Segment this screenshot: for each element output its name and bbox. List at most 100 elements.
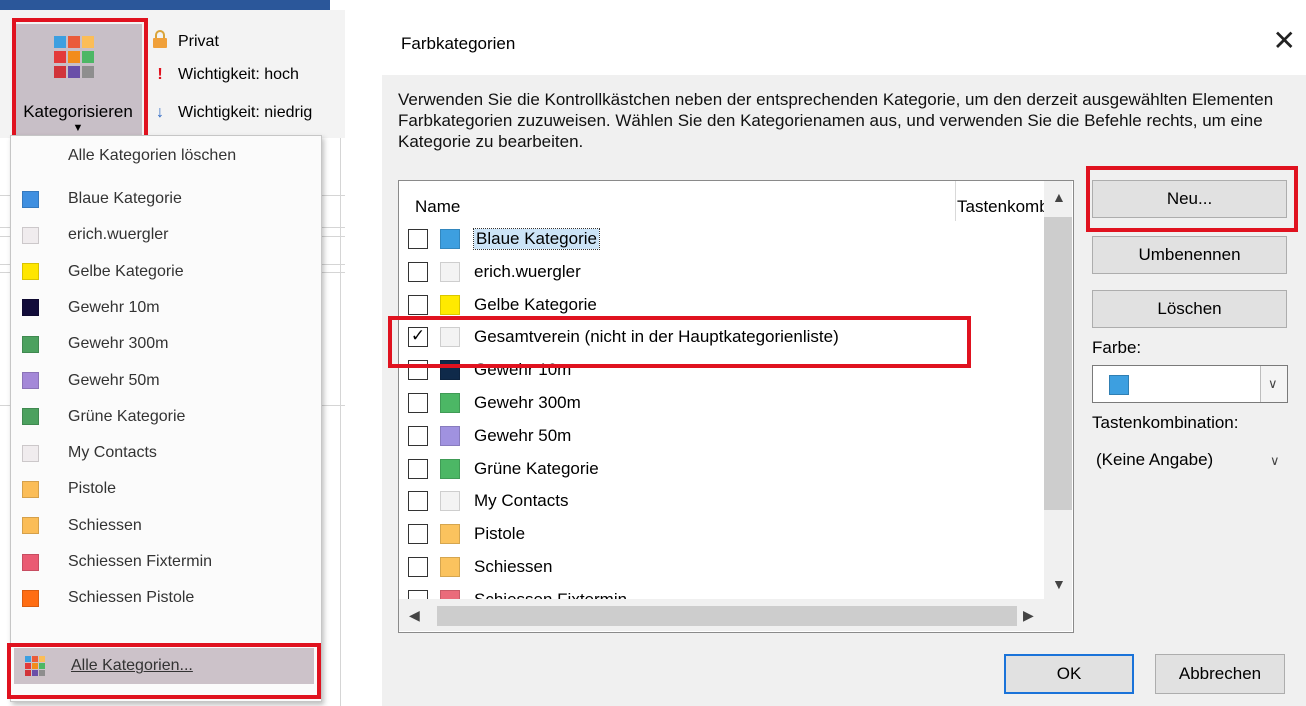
category-color-swatch (22, 517, 39, 535)
cancel-button[interactable]: Abbrechen (1155, 654, 1285, 694)
menu-category-item[interactable]: Schiessen (11, 508, 321, 544)
category-name: Gelbe Kategorie (474, 294, 597, 314)
menu-item-label: erich.wuergler (68, 226, 169, 244)
color-swatch (1109, 375, 1129, 395)
menu-item-label: Gewehr 50m (68, 371, 160, 389)
chevron-down-icon: ∨ (1268, 376, 1278, 391)
category-color-swatch (440, 491, 460, 512)
category-color-swatch (22, 589, 39, 607)
category-checkbox[interactable] (408, 261, 428, 282)
category-row[interactable]: Grüne Kategorie (406, 453, 966, 485)
category-name: Blaue Kategorie (473, 228, 600, 250)
menu-item-label: Schiessen Pistole (68, 589, 195, 607)
menu-item-label: Pistole (68, 480, 117, 498)
category-name: Gewehr 300m (474, 393, 581, 412)
ribbon-top-strip (0, 0, 330, 10)
category-color-swatch (440, 393, 460, 413)
category-checkbox[interactable] (408, 393, 428, 413)
column-header-name[interactable]: Name (415, 197, 460, 217)
scroll-up-icon[interactable]: ▲ (1052, 189, 1066, 205)
menu-category-item[interactable]: Pistole (11, 471, 321, 507)
menu-category-item[interactable]: Grüne Kategorie (11, 399, 321, 435)
ribbon-panel: Kategorisieren ▼ Privat ! Wichtigkeit: h… (0, 0, 345, 706)
importance-high-button[interactable]: ! Wichtigkeit: hoch (150, 66, 299, 84)
column-header-shortcut[interactable]: Tastenkombination (957, 197, 1052, 217)
category-color-swatch (440, 294, 460, 315)
category-row[interactable]: erich.wuergler (406, 256, 966, 288)
category-row[interactable]: My Contacts (406, 485, 966, 517)
category-list[interactable]: Name Tastenkombination Blaue Kategorie er… (398, 180, 1074, 633)
scroll-left-icon[interactable]: ◀ (409, 607, 420, 624)
menu-category-item[interactable]: Gelbe Kategorie (11, 254, 321, 290)
rename-button[interactable]: Umbenennen (1092, 236, 1287, 274)
category-color-swatch (440, 524, 460, 545)
shortcut-value: (Keine Angabe) (1096, 450, 1214, 469)
scroll-down-icon[interactable]: ▼ (1052, 576, 1066, 592)
menu-category-item[interactable]: Blaue Kategorie (11, 181, 321, 217)
delete-button[interactable]: Löschen (1092, 290, 1287, 328)
dialog-titlebar: Farbkategorien ✕ (382, 10, 1306, 75)
category-color-swatch (22, 372, 39, 389)
menu-item-label: Blaue Kategorie (68, 190, 182, 207)
category-color-swatch (22, 226, 39, 244)
menu-category-item[interactable]: erich.wuergler (11, 217, 321, 253)
category-checkbox[interactable] (408, 458, 428, 479)
menu-item-label: Gewehr 10m (68, 298, 160, 316)
menu-item-label: Schiessen Fixtermin (68, 553, 213, 570)
shortcut-select[interactable]: (Keine Angabe) ∨ (1092, 442, 1288, 478)
menu-category-item[interactable]: My Contacts (11, 435, 321, 471)
category-checkbox[interactable] (408, 425, 428, 446)
importance-low-label: Wichtigkeit: niedrig (178, 104, 313, 121)
category-row[interactable]: Schiessen (406, 551, 966, 583)
arrow-down-icon: ↓ (156, 104, 164, 121)
lock-icon (150, 30, 170, 53)
category-color-swatch (440, 261, 460, 282)
dialog-title: Farbkategorien (401, 34, 516, 53)
vertical-scroll-thumb[interactable] (1044, 217, 1072, 510)
menu-category-item[interactable]: Gewehr 300m (11, 326, 321, 362)
category-name: Schiessen (474, 557, 553, 576)
categorize-dropdown-menu: Alle Kategorien löschen Blaue Kategorie e… (10, 135, 322, 702)
category-color-swatch (22, 444, 39, 462)
close-icon[interactable]: ✕ (1273, 24, 1296, 57)
ok-button[interactable]: OK (1004, 654, 1134, 694)
category-checkbox[interactable] (408, 229, 428, 249)
private-button[interactable]: Privat (150, 30, 219, 53)
category-color-swatch (440, 557, 460, 577)
category-checkbox[interactable] (408, 491, 428, 512)
importance-low-button[interactable]: ↓ Wichtigkeit: niedrig (150, 104, 340, 122)
menu-clear-all-categories[interactable]: Alle Kategorien löschen (11, 138, 321, 174)
column-divider (955, 181, 956, 221)
category-color-swatch (22, 335, 39, 353)
category-name: erich.wuergler (474, 261, 581, 281)
category-row[interactable]: Blaue Kategorie (406, 223, 966, 255)
menu-category-item[interactable]: Gewehr 10m (11, 290, 321, 326)
scroll-right-icon[interactable]: ▶ (1023, 607, 1034, 624)
highlight-gesamtverein-row (388, 316, 971, 368)
importance-high-label: Wichtigkeit: hoch (178, 66, 299, 83)
color-select[interactable]: ∨ (1092, 365, 1288, 403)
private-label: Privat (178, 32, 219, 50)
category-row[interactable]: Pistole (406, 518, 966, 550)
category-color-swatch (22, 190, 39, 208)
category-checkbox[interactable] (408, 524, 428, 545)
menu-item-label: Gewehr 300m (68, 335, 169, 353)
category-color-swatch (22, 480, 39, 498)
category-checkbox[interactable] (408, 294, 428, 315)
category-checkbox[interactable] (408, 557, 428, 577)
menu-category-item[interactable]: Schiessen Pistole (11, 580, 321, 616)
menu-item-label: Grüne Kategorie (68, 407, 186, 425)
category-color-swatch (440, 425, 460, 446)
menu-category-item[interactable]: Gewehr 50m (11, 363, 321, 399)
highlight-categorize (12, 18, 148, 142)
category-name: Gewehr 50m (474, 425, 572, 445)
category-name: My Contacts (474, 491, 569, 511)
category-row[interactable]: Gewehr 300m (406, 387, 966, 419)
category-row[interactable]: Gewehr 50m (406, 420, 966, 452)
horizontal-scroll-thumb[interactable] (437, 606, 1017, 626)
color-dropdown-button[interactable]: ∨ (1260, 366, 1287, 402)
dialog-instructions: Verwenden Sie die Kontrollkästchen neben… (398, 90, 1274, 151)
shortcut-label: Tastenkombination: (1092, 413, 1239, 432)
highlight-new-button (1086, 166, 1298, 232)
menu-category-item[interactable]: Schiessen Fixtermin (11, 544, 321, 580)
